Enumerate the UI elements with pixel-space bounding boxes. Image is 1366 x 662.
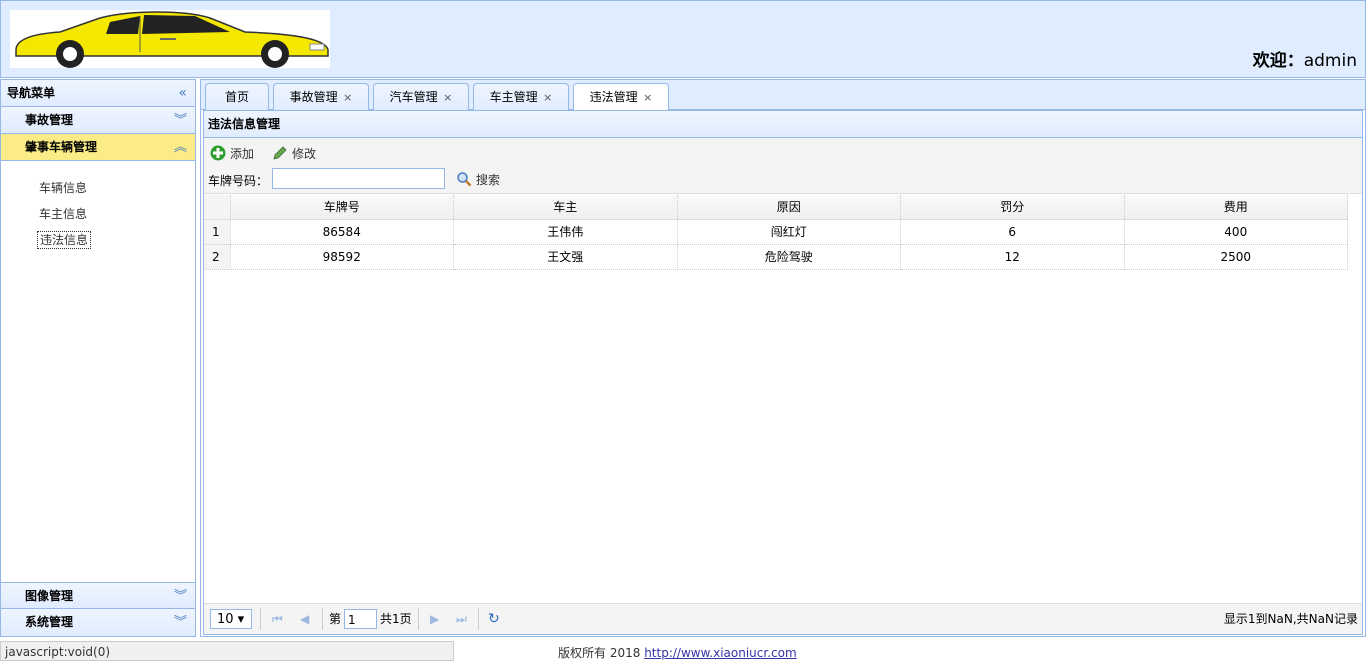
copyright-text: 版权所有 2018 [558, 646, 641, 660]
collapse-sidebar-icon[interactable]: « [178, 80, 187, 107]
last-page-icon[interactable]: ⏭ [456, 609, 467, 629]
first-page-icon[interactable]: ⏮ [272, 609, 283, 629]
table-row[interactable]: 1 86584 王伟伟 闯红灯 6 400 [204, 219, 1348, 245]
add-icon [210, 145, 226, 161]
toolbar: 添加 修改 车牌号码： 搜索 [204, 138, 1362, 194]
col-owner[interactable]: 车主 [453, 195, 678, 220]
cell-owner: 王文强 [453, 244, 678, 270]
accordion-label: 图像管理 [25, 589, 74, 603]
cell-plate-number: 98592 [230, 244, 454, 270]
footer: 版权所有 2018 http://www.xiaoniucr.com [558, 644, 797, 661]
accordion-label: 肇事车辆管理 [25, 140, 98, 154]
search-button[interactable]: 搜索 [456, 171, 500, 188]
tab-home[interactable]: 首页 [205, 83, 269, 110]
close-tab-icon[interactable]: × [640, 91, 652, 104]
row-number: 2 [204, 244, 231, 270]
nav-violation-info[interactable]: 违法信息 [1, 227, 195, 253]
col-fee[interactable]: 费用 [1124, 195, 1348, 220]
page-number-input[interactable]: 1 [344, 609, 377, 629]
main-area: 首页 事故管理 × 汽车管理 × 车主管理 × 违法管理 × 违法信息管理 添加… [200, 79, 1366, 637]
table-row[interactable]: 2 98592 王文强 危险驾驶 12 2500 [204, 244, 1348, 270]
divider [478, 608, 479, 630]
accordion-vehicle-management[interactable]: 肇事车辆管理 ︽ [1, 134, 195, 161]
page-size-select[interactable]: 10 ▾ [210, 609, 252, 629]
accordion-body: 车辆信息 车主信息 违法信息 [1, 161, 195, 582]
search-icon [457, 172, 472, 187]
next-page-icon[interactable]: ▶ [430, 609, 439, 629]
divider [418, 608, 419, 630]
cell-fee: 2500 [1124, 244, 1348, 270]
cell-penalty-points: 12 [900, 244, 1125, 270]
cell-penalty-points: 6 [900, 219, 1125, 245]
accordion-label: 事故管理 [25, 113, 74, 127]
pagination-bar: 10 ▾ ⏮ ◀ 第 1 共1页 ▶ ⏭ ↻ 显示1到NaN,共NaN记录 [204, 603, 1362, 634]
accordion-image-management[interactable]: 图像管理 ︾ [1, 582, 195, 609]
pagination-summary: 显示1到NaN,共NaN记录 [1223, 612, 1358, 626]
refresh-icon[interactable]: ↻ [488, 609, 500, 629]
plate-number-input[interactable] [272, 168, 445, 189]
col-penalty-points[interactable]: 罚分 [900, 195, 1125, 220]
welcome-label: 欢迎： [1252, 51, 1304, 71]
tab-car-management[interactable]: 汽车管理 × [373, 83, 469, 110]
tab-violation-management[interactable]: 违法管理 × [573, 83, 669, 111]
prev-page-icon[interactable]: ◀ [300, 609, 309, 629]
username: admin [1303, 51, 1357, 71]
browser-status-bar: javascript:void(0) [0, 641, 454, 661]
violation-panel: 违法信息管理 添加 修改 车牌号码： 搜索 车牌号 车主 原因 罚分 费用 1 … [203, 110, 1363, 635]
app-header: 欢迎：admin [0, 0, 1366, 78]
panel-title: 违法信息管理 [204, 111, 1362, 138]
cell-owner: 王伟伟 [453, 219, 678, 245]
col-plate-number[interactable]: 车牌号 [230, 195, 454, 220]
close-tab-icon[interactable]: × [440, 91, 452, 104]
cell-reason: 危险驾驶 [677, 244, 901, 270]
sidebar-header: 导航菜单 « [1, 80, 195, 107]
footer-link[interactable]: http://www.xiaoniucr.com [644, 646, 796, 660]
plate-number-label: 车牌号码： [208, 174, 269, 188]
collapse-icon: ︽ [173, 140, 187, 155]
tab-accident-management[interactable]: 事故管理 × [273, 83, 369, 110]
violation-grid: 车牌号 车主 原因 罚分 费用 1 86584 王伟伟 闯红灯 6 400 2 … [204, 195, 1362, 270]
edit-button[interactable]: 修改 [272, 145, 316, 163]
grid-header-row: 车牌号 车主 原因 罚分 费用 [204, 195, 1348, 220]
close-tab-icon[interactable]: × [340, 91, 352, 104]
cell-plate-number: 86584 [230, 219, 454, 245]
accordion-system-management[interactable]: 系统管理 ︾ [1, 609, 195, 636]
cell-reason: 闯红灯 [677, 219, 901, 245]
divider [322, 608, 323, 630]
expand-icon: ︾ [173, 615, 187, 630]
tab-bar: 首页 事故管理 × 汽车管理 × 车主管理 × 违法管理 × [201, 80, 1365, 111]
add-button[interactable]: 添加 [210, 145, 254, 163]
expand-icon: ︾ [173, 113, 187, 128]
accordion-label: 系统管理 [25, 615, 74, 629]
accordion-accident-management[interactable]: 事故管理 ︾ [1, 107, 195, 134]
nav-owner-info[interactable]: 车主信息 [1, 201, 195, 227]
car-logo [10, 10, 330, 68]
welcome-text: 欢迎：admin [1253, 46, 1357, 71]
pencil-icon [273, 146, 287, 160]
tab-owner-management[interactable]: 车主管理 × [473, 83, 569, 110]
page-prefix: 第 [329, 612, 342, 626]
col-reason[interactable]: 原因 [677, 195, 901, 220]
row-number: 1 [204, 219, 231, 245]
car-logo-image [15, 11, 329, 68]
sidebar: 导航菜单 « 事故管理 ︾ 肇事车辆管理 ︽ 车辆信息 车主信息 违法信息 图像… [0, 79, 196, 637]
page-total: 共1页 [380, 612, 412, 626]
nav-vehicle-info[interactable]: 车辆信息 [1, 175, 195, 201]
close-tab-icon[interactable]: × [540, 91, 552, 104]
row-number-header [204, 195, 231, 220]
expand-icon: ︾ [173, 589, 187, 604]
sidebar-title: 导航菜单 [7, 86, 56, 100]
divider [260, 608, 261, 630]
cell-fee: 400 [1124, 219, 1348, 245]
